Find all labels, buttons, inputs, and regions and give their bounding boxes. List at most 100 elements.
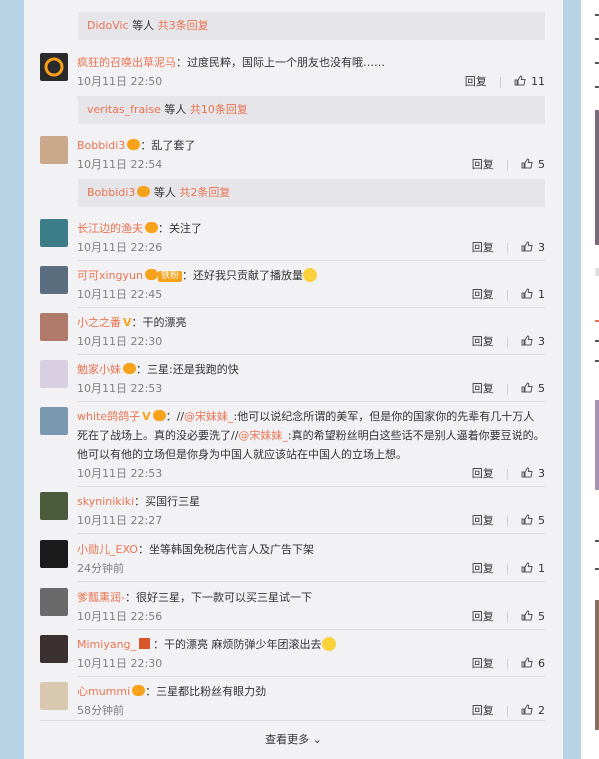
avatar[interactable] bbox=[40, 635, 68, 663]
avatar[interactable] bbox=[40, 136, 68, 164]
like-button[interactable]: 5 bbox=[521, 158, 545, 171]
comment-username[interactable]: 心mummi bbox=[77, 685, 130, 698]
comment-item: 小勋儿_EXO：坐等韩国免税店代言人及广告下架 24分钟前 回复 | 1 bbox=[40, 540, 545, 582]
sub-thread-count[interactable]: 共3条回复 bbox=[158, 19, 209, 32]
sub-thread-count[interactable]: 共10条回复 bbox=[190, 103, 248, 116]
thumbs-up-icon bbox=[521, 704, 533, 715]
sub-thread-bar[interactable]: Bobbidi3 等人 共2条回复 bbox=[78, 179, 545, 207]
avatar[interactable] bbox=[40, 540, 68, 568]
reply-button[interactable]: 回复 bbox=[472, 241, 494, 254]
mention-link[interactable]: @宋妹妹_ bbox=[238, 429, 288, 442]
vip-badge-icon bbox=[137, 186, 151, 197]
level-icon bbox=[139, 638, 151, 649]
like-button[interactable]: 3 bbox=[521, 335, 545, 348]
comment-time: 10月11日 22:54 bbox=[77, 158, 163, 171]
reply-button[interactable]: 回复 bbox=[472, 335, 494, 348]
comment-username[interactable]: 爹瓢熏润- bbox=[77, 591, 125, 604]
sidebar-image[interactable] bbox=[595, 110, 599, 245]
sidebar-image[interactable] bbox=[595, 600, 599, 730]
comment-time: 10月11日 22:26 bbox=[77, 241, 163, 254]
like-button[interactable]: 3 bbox=[521, 467, 545, 480]
comment-username[interactable]: 小勋儿_EXO bbox=[77, 543, 138, 556]
comment-username[interactable]: Bobbidi3 bbox=[77, 139, 125, 152]
like-button[interactable]: 2 bbox=[521, 704, 545, 717]
like-button[interactable]: 5 bbox=[521, 610, 545, 623]
like-count: 1 bbox=[538, 562, 545, 575]
reply-button[interactable]: 回复 bbox=[472, 657, 494, 670]
sub-thread-user[interactable]: DidoVic bbox=[87, 19, 129, 32]
avatar[interactable] bbox=[40, 313, 68, 341]
avatar[interactable] bbox=[40, 588, 68, 616]
vip-badge-icon bbox=[123, 363, 136, 374]
emoji-icon bbox=[321, 637, 336, 651]
comment-item: white鸽鸽子 V ：//@宋妹妹_:他可以说纪念所谓的美军，但是你的国家你的先辈… bbox=[40, 407, 545, 485]
thumbs-up-icon bbox=[514, 75, 526, 86]
sidebar-image[interactable] bbox=[595, 400, 599, 490]
like-count: 3 bbox=[538, 335, 545, 348]
vip-badge-icon bbox=[132, 685, 146, 696]
thumbs-up-icon bbox=[521, 514, 533, 525]
avatar[interactable] bbox=[40, 53, 68, 81]
verified-v-icon: V bbox=[142, 410, 151, 423]
sub-thread-user[interactable]: veritas_fraise bbox=[87, 103, 161, 116]
comment-username[interactable]: white鸽鸽子 bbox=[77, 410, 140, 423]
avatar[interactable] bbox=[40, 492, 68, 520]
like-count: 6 bbox=[538, 657, 545, 670]
like-button[interactable]: 5 bbox=[521, 382, 545, 395]
emoji-icon bbox=[303, 268, 317, 282]
reply-button[interactable]: 回复 bbox=[472, 288, 494, 301]
reply-button[interactable]: 回复 bbox=[465, 75, 487, 88]
comment-item: 长江边的渔夫 ：关注了 10月11日 22:26 回复 | 3 bbox=[40, 219, 545, 261]
reply-button[interactable]: 回复 bbox=[472, 704, 494, 717]
avatar[interactable] bbox=[40, 407, 68, 435]
reply-button[interactable]: 回复 bbox=[472, 382, 494, 395]
like-count: 11 bbox=[531, 75, 545, 88]
comment-username[interactable]: Mimiyang_ bbox=[77, 638, 136, 651]
like-button[interactable]: 5 bbox=[521, 514, 545, 527]
sub-thread-user[interactable]: Bobbidi3 bbox=[87, 186, 135, 199]
reply-button[interactable]: 回复 bbox=[472, 562, 494, 575]
like-button[interactable]: 1 bbox=[521, 288, 545, 301]
comment-text: ：关注了 bbox=[158, 222, 202, 235]
avatar[interactable] bbox=[40, 682, 68, 710]
comment-time: 10月11日 22:45 bbox=[77, 288, 163, 301]
comment-item: Bobbidi3 ：乱了套了 10月11日 22:54 回复 | 5 bbox=[40, 136, 545, 178]
avatar[interactable] bbox=[40, 219, 68, 247]
comment-username[interactable]: 长江边的渔夫 bbox=[77, 222, 143, 235]
comment-text: ：很好三星，下一款可以买三星试一下 bbox=[124, 591, 312, 604]
comment-item: 勉家小妹 ：三星:还是我跑的快 10月11日 22:53 回复 | 5 bbox=[40, 360, 545, 402]
like-button[interactable]: 3 bbox=[521, 241, 545, 254]
comment-username[interactable]: skyninikiki bbox=[77, 495, 134, 508]
comment-username[interactable]: 疯狂的召唤出草泥马 bbox=[77, 56, 176, 69]
comment-text: ：干的漂亮 bbox=[131, 316, 187, 329]
comment-item: skyninikiki：买国行三星 10月11日 22:27 回复 | 5 bbox=[40, 492, 545, 534]
comment-username[interactable]: 小之之番 bbox=[77, 316, 121, 329]
like-count: 3 bbox=[538, 241, 545, 254]
comment-text: ：三星都比粉丝有眼力劲 bbox=[145, 685, 267, 698]
sub-thread-count[interactable]: 共2条回复 bbox=[179, 186, 230, 199]
sub-thread-bar[interactable]: DidoVic 等人 共3条回复 bbox=[78, 12, 545, 40]
mention-link[interactable]: @宋妹妹_ bbox=[184, 410, 234, 423]
view-more-button[interactable]: 查看更多 ⌄ bbox=[24, 731, 563, 747]
comment-username[interactable]: 可可xingyun bbox=[77, 269, 143, 282]
reply-button[interactable]: 回复 bbox=[472, 514, 494, 527]
reply-button[interactable]: 回复 bbox=[472, 467, 494, 480]
thumbs-up-icon bbox=[521, 562, 533, 573]
like-button[interactable]: 6 bbox=[521, 657, 545, 670]
comment-item: Mimiyang_ ：干的漂亮 麻烦防弹少年团滚出去 10月11日 22:30 回… bbox=[40, 635, 545, 677]
thumbs-up-icon bbox=[521, 158, 533, 169]
thumbs-up-icon bbox=[521, 241, 533, 252]
comment-username[interactable]: 勉家小妹 bbox=[77, 363, 121, 376]
vip-badge-icon bbox=[127, 139, 141, 150]
like-button[interactable]: 1 bbox=[521, 562, 545, 575]
comment-text: ：买国行三星 bbox=[134, 495, 201, 508]
like-button[interactable]: 11 bbox=[514, 75, 545, 88]
reply-button[interactable]: 回复 bbox=[472, 158, 494, 171]
right-sidebar bbox=[581, 0, 599, 759]
sub-thread-bar[interactable]: veritas_fraise 等人 共10条回复 bbox=[78, 96, 545, 124]
reply-button[interactable]: 回复 bbox=[472, 610, 494, 623]
like-count: 1 bbox=[538, 288, 545, 301]
vip-badge-icon bbox=[145, 222, 158, 233]
avatar[interactable] bbox=[40, 266, 68, 294]
avatar[interactable] bbox=[40, 360, 68, 388]
